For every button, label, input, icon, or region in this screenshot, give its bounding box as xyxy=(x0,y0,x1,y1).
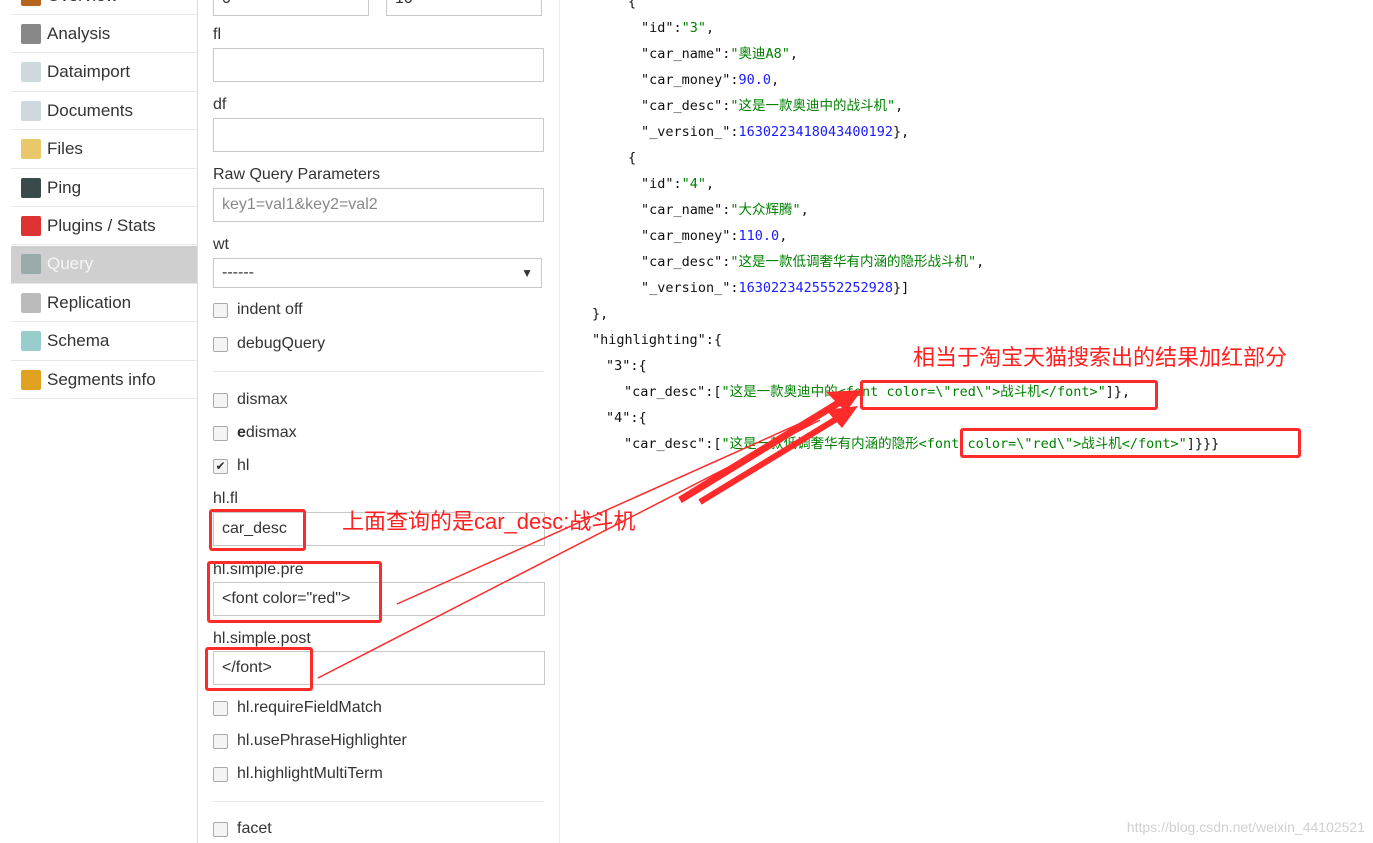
arrow-shaft-1 xyxy=(678,399,842,503)
annotation-arrows xyxy=(317,390,862,679)
arrow-shaft-2 xyxy=(698,415,840,505)
watermark: https://blog.csdn.net/weixin_44102521 xyxy=(1126,819,1365,835)
arrow-line-pre xyxy=(396,409,831,605)
